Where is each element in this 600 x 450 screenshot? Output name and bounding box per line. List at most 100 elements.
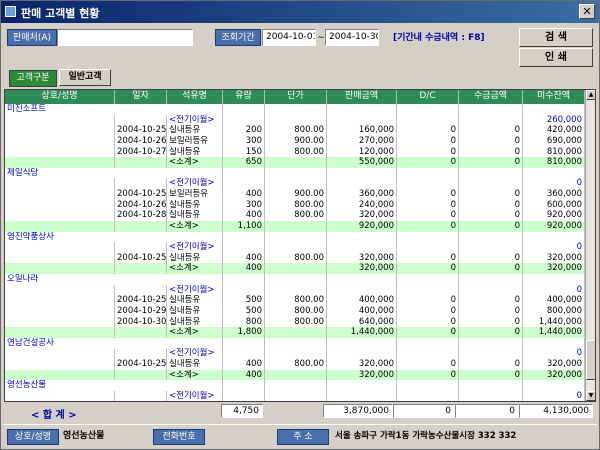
col-header-price[interactable]: 단가 (265, 90, 327, 104)
col-header-qty[interactable]: 유량 (223, 90, 265, 104)
window-title: 판매 고객별 현황 (21, 7, 100, 20)
subtotal-row[interactable]: <소계> 400 320,000 0 0 320,000 (5, 263, 585, 274)
customer-row[interactable]: 연남건설공사 (5, 337, 585, 349)
cell-oil: <전기이월> (167, 114, 223, 126)
total-balance: 4,130,000 (519, 404, 593, 418)
cell-sale (327, 114, 397, 126)
total-label: < 합 계 > (31, 410, 77, 421)
table-row[interactable]: 2004-10-25 보일러등유 400 900.00 360,000 0 0 360,000 (5, 189, 585, 200)
cell-col: 0 (459, 252, 523, 264)
cell-price: 800.00 (265, 199, 327, 211)
search-button[interactable]: 검 색 (519, 28, 593, 47)
customer-row[interactable]: 영선농산물 (5, 380, 585, 391)
col-header-sale[interactable]: 판매금액 (327, 90, 397, 104)
customer-row[interactable]: 오일나라 (5, 274, 585, 285)
carryover-row[interactable]: <전기이월> 260,000 (5, 114, 585, 126)
cell-name (5, 199, 115, 211)
table-row[interactable]: 2004-10-25 실내등유 400 800.00 320,000 0 0 320,000 (5, 359, 585, 370)
col-header-date[interactable]: 일자 (115, 90, 167, 104)
cell-sale (327, 337, 397, 349)
cell-name (5, 146, 115, 158)
cell-bal (523, 380, 585, 391)
table-row[interactable]: 2004-10-26 보일러등유 300 900.00 270,000 0 0 690,000 (5, 135, 585, 147)
cell-price (265, 178, 327, 189)
carryover-row[interactable]: <전기이월> 0 (5, 390, 585, 401)
carryover-row[interactable]: <전기이월> 0 (5, 284, 585, 296)
table-row[interactable]: 2004-10-25 실내등유 400 800.00 320,000 0 0 320,000 (5, 252, 585, 264)
close-button[interactable]: ✕ (579, 4, 595, 19)
cell-bal: 400,000 (523, 295, 585, 306)
cell-bal: 320,000 (523, 359, 585, 370)
date-from-input[interactable]: 2004-10-01 (262, 29, 316, 46)
cell-oil: 보일러등유 (167, 189, 223, 200)
cell-sale: 270,000 (327, 135, 397, 147)
col-header-name[interactable]: 상호/성명 (5, 90, 115, 104)
cell-qty: 150 (223, 146, 265, 158)
cell-bal: 1,440,000 (523, 327, 585, 338)
scroll-down-icon[interactable]: ▼ (586, 391, 595, 401)
cell-date (115, 369, 167, 381)
col-header-collected[interactable]: 수금금액 (459, 90, 523, 104)
cell-name (5, 210, 115, 221)
cell-oil (167, 337, 223, 349)
cell-name (5, 242, 115, 253)
table-row[interactable]: 2004-10-25 실내등유 200 800.00 160,000 0 0 420,000 (5, 125, 585, 136)
subtotal-row[interactable]: <소계> 1,800 1,440,000 0 0 1,440,000 (5, 327, 585, 338)
cell-name (5, 252, 115, 264)
cell-name (5, 220, 115, 232)
col-header-oil[interactable]: 석유명 (167, 90, 223, 104)
tab-general-customer[interactable]: 일반고객 (59, 69, 111, 86)
cell-dc (397, 104, 459, 115)
cell-qty (223, 390, 265, 401)
carryover-row[interactable]: <전기이월> 0 (5, 178, 585, 189)
table-row[interactable]: 2004-10-29 실내등유 500 800.00 400,000 0 0 800,000 (5, 305, 585, 317)
cell-date (115, 263, 167, 274)
cell-col (459, 380, 523, 391)
carryover-row[interactable]: <전기이월> 0 (5, 242, 585, 253)
table-row[interactable]: 2004-10-26 실내등유 300 800.00 240,000 0 0 600,000 (5, 199, 585, 211)
cell-dc: 0 (397, 146, 459, 158)
carryover-row[interactable]: <전기이월> 0 (5, 348, 585, 359)
table-row[interactable]: 2004-10-25 실내등유 500 800.00 400,000 0 0 400,000 (5, 295, 585, 306)
seller-input[interactable] (57, 29, 193, 46)
date-to-input[interactable]: 2004-10-30 (325, 29, 379, 46)
table-row[interactable]: 2004-10-28 실내등유 400 800.00 320,000 0 0 920,000 (5, 210, 585, 221)
cell-price: 800.00 (265, 125, 327, 136)
print-button[interactable]: 인 쇄 (519, 48, 593, 67)
cell-oil: 실내등유 (167, 125, 223, 136)
cell-col: 0 (459, 220, 523, 232)
subtotal-row[interactable]: <소계> 650 550,000 0 0 810,000 (5, 157, 585, 168)
cell-col: 0 (459, 295, 523, 306)
grid-scrollbar[interactable]: ▲ ▼ (585, 90, 595, 401)
scroll-thumb[interactable] (586, 340, 595, 380)
cell-date (115, 242, 167, 253)
cell-name (5, 369, 115, 381)
cell-price: 800.00 (265, 252, 327, 264)
footer-phone-value (209, 429, 269, 445)
cell-price: 900.00 (265, 135, 327, 147)
col-header-balance[interactable]: 미수잔액 (523, 90, 585, 104)
scroll-up-icon[interactable]: ▲ (586, 90, 595, 100)
cell-oil (167, 231, 223, 243)
cell-price (265, 274, 327, 285)
subtotal-row[interactable]: <소계> 400 320,000 0 0 320,000 (5, 369, 585, 381)
cell-date (115, 390, 167, 401)
col-header-dc[interactable]: D/C (397, 90, 459, 104)
cell-bal: 0 (523, 284, 585, 296)
customer-row[interactable]: 미진소프트 (5, 104, 585, 115)
total-collected: 0 (455, 404, 519, 418)
table-row[interactable]: 2004-10-30 실내등유 800 800.00 640,000 0 0 1,440,00… (5, 316, 585, 328)
cell-date (115, 348, 167, 359)
customer-row[interactable]: 제일식당 (5, 167, 585, 179)
sales-grid[interactable]: 상호/성명 일자 석유명 유량 단가 판매금액 D/C 수금금액 미수잔액 미진… (4, 89, 596, 402)
cell-dc: 0 (397, 157, 459, 168)
subtotal-row[interactable]: <소계> 1,100 920,000 0 0 920,000 (5, 220, 585, 232)
cell-price: 800.00 (265, 316, 327, 328)
cell-bal: 800,000 (523, 305, 585, 317)
customer-row[interactable]: 영진약품상사 (5, 231, 585, 243)
cell-sale: 400,000 (327, 295, 397, 306)
cell-price (265, 263, 327, 274)
cell-bal: 920,000 (523, 210, 585, 221)
cell-sale (327, 284, 397, 296)
table-row[interactable]: 2004-10-27 실내등유 150 800.00 120,000 0 0 810,000 (5, 146, 585, 158)
